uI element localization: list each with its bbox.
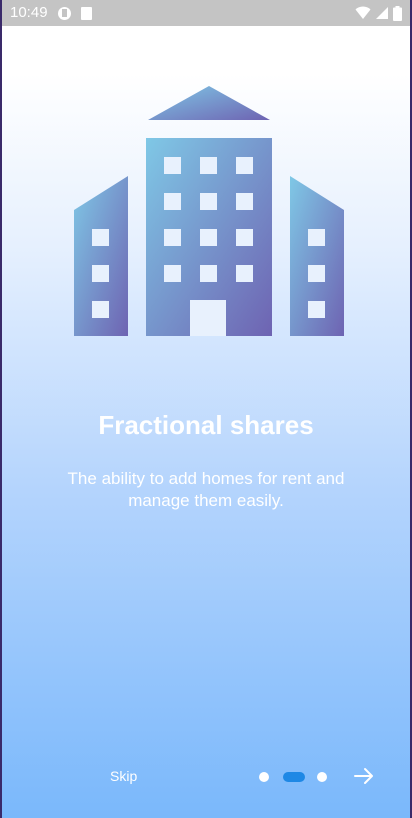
onboarding-screen: 10:49 Fractional shares The ability to a…: [2, 0, 410, 818]
building-illustration: [74, 86, 344, 336]
page-dot-2-active[interactable]: [283, 772, 305, 782]
page-indicator: [259, 771, 329, 783]
page-dot-3[interactable]: [317, 772, 327, 782]
status-time: 10:49: [10, 4, 48, 21]
wifi-icon: [355, 6, 371, 19]
app-notification-icon: [58, 7, 71, 20]
sd-card-icon: [81, 7, 92, 20]
status-bar: 10:49: [2, 0, 410, 26]
skip-button[interactable]: Skip: [110, 768, 137, 784]
arrow-right-icon[interactable]: [352, 764, 376, 788]
status-icons: [355, 5, 402, 21]
signal-icon: [376, 7, 388, 19]
battery-icon: [393, 5, 402, 21]
page-dot-1[interactable]: [259, 772, 269, 782]
onboarding-description: The ability to add homes for rent and ma…: [67, 469, 345, 510]
onboarding-title: Fractional shares: [98, 410, 314, 440]
